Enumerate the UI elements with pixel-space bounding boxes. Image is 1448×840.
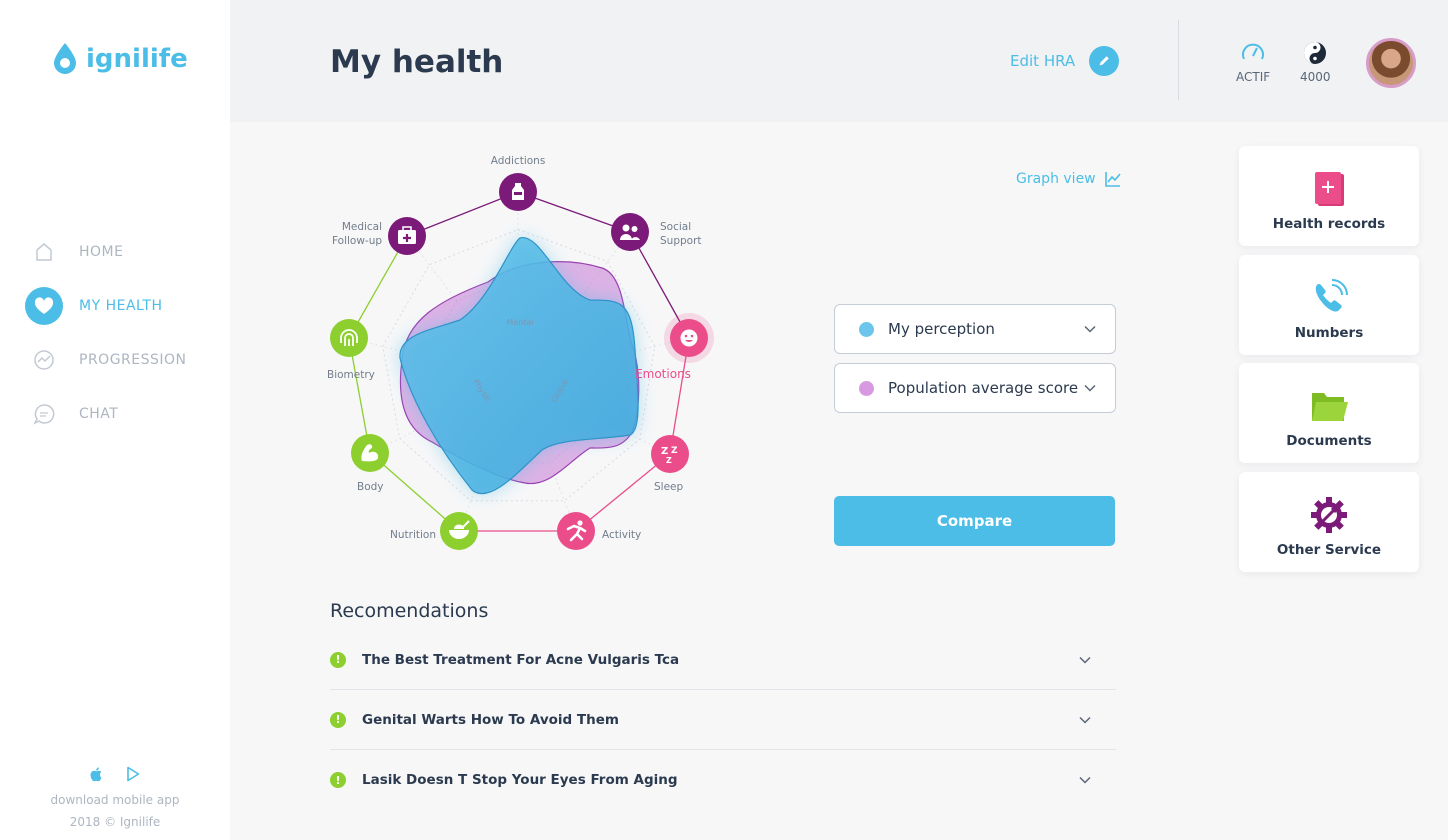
sidebar-item-home[interactable]: HOME (25, 233, 225, 271)
radar-node-medical-kit[interactable] (388, 217, 426, 255)
line-chart-icon (1104, 172, 1121, 187)
sidebar-item-my-health[interactable]: MY HEALTH (25, 287, 225, 325)
radar-node-smile[interactable] (664, 313, 714, 363)
radar-axis-label: Social Support (660, 221, 702, 247)
radar-axis-label: Medical Follow-up (332, 221, 383, 247)
phone-icon (1315, 279, 1348, 312)
smile-icon (680, 329, 698, 347)
health-book-icon (1315, 172, 1344, 206)
svg-text:Z: Z (666, 456, 672, 465)
apple-icon[interactable] (89, 766, 105, 782)
my-perception-dot (859, 321, 874, 337)
radar-axis-label: Activity (602, 529, 642, 541)
radar-node-people[interactable] (611, 213, 649, 251)
gear-tools-icon (1311, 497, 1347, 533)
points-value: 4000 (1300, 70, 1331, 84)
recommendations-title: Recomendations (330, 600, 489, 622)
sidebar-item-label: HOME (79, 244, 124, 260)
google-play-icon[interactable] (125, 766, 141, 782)
population-average-label: Population average score (888, 379, 1079, 397)
recommendation-item[interactable]: ! Genital Warts How To Avoid Them (330, 690, 1116, 750)
recommendation-text: Genital Warts How To Avoid Them (362, 711, 619, 728)
radar-axis-label: Emotions (635, 367, 691, 381)
edit-hra-label: Edit HRA (1010, 52, 1076, 70)
chevron-down-icon (1079, 716, 1091, 724)
sidebar-nav: HOME MY HEALTH PROGRESSION CHAT (25, 233, 225, 449)
numbers-label: Numbers (1294, 325, 1364, 341)
alert-icon: ! (330, 651, 346, 668)
recommendation-text: The Best Treatment For Acne Vulgaris Tca (362, 651, 680, 668)
gauge-icon (1242, 43, 1265, 60)
other-service-card[interactable]: Other Service (1239, 472, 1419, 572)
recommendation-item[interactable]: ! The Best Treatment For Acne Vulgaris T… (330, 630, 1116, 690)
radar-node-bowl[interactable] (440, 512, 478, 550)
chat-icon (25, 395, 63, 433)
radar-node-running[interactable] (557, 512, 595, 550)
avatar[interactable] (1366, 38, 1416, 88)
sidebar-item-progression[interactable]: PROGRESSION (25, 341, 225, 379)
header-divider (1178, 20, 1179, 100)
documents-label: Documents (1286, 433, 1372, 449)
documents-card[interactable]: Documents (1239, 363, 1419, 463)
page-title: My health (330, 44, 504, 80)
radar-node-muscle[interactable] (351, 434, 389, 472)
alert-icon: ! (330, 772, 346, 788)
home-icon (25, 233, 63, 271)
brand-name: ignilife (86, 44, 188, 74)
sidebar-item-label: MY HEALTH (79, 298, 163, 314)
chevron-down-icon (1084, 384, 1096, 392)
yin-yang-icon (1304, 42, 1327, 64)
my-perception-select[interactable]: My perception (834, 304, 1116, 354)
edit-hra-button[interactable]: Edit HRA (1010, 46, 1120, 76)
numbers-card[interactable]: Numbers (1239, 255, 1419, 355)
sidebar: ignilife HOME MY HEALTH PROGRESSION CHAT (0, 0, 230, 840)
activity-status-label: ACTIF (1236, 70, 1271, 84)
sidebar-item-chat[interactable]: CHAT (25, 395, 225, 433)
store-links (0, 766, 230, 782)
compare-button[interactable]: Compare (834, 496, 1115, 546)
graph-view-label: Graph view (1016, 171, 1096, 187)
radar-inner-label-mental: Mental (506, 318, 533, 327)
graph-view-toggle[interactable]: Graph view (1016, 170, 1122, 188)
my-perception-label: My perception (888, 320, 995, 338)
radar-node-sleep[interactable]: Z ZZ (651, 435, 689, 473)
points-counter[interactable]: 4000 (1300, 40, 1331, 84)
folder-icon (1312, 393, 1348, 421)
chevron-down-icon (1079, 656, 1091, 664)
svg-text:Z: Z (671, 446, 678, 456)
other-service-label: Other Service (1276, 542, 1382, 558)
chevron-down-icon (1084, 325, 1096, 333)
radar-node-fingerprint[interactable] (330, 319, 368, 357)
radar-axis-label: Sleep (654, 481, 684, 493)
radar-node-bottle[interactable] (499, 173, 537, 211)
health-radar-chart: Mental Physic Global ZZZ Addictions Socia… (320, 150, 740, 560)
pencil-icon (1089, 46, 1120, 76)
radar-axis-label: Body (357, 481, 384, 493)
header: My health Edit HRA ACTIF 4000 (230, 0, 1448, 122)
alert-icon: ! (330, 711, 346, 728)
recommendation-item[interactable]: ! Lasik Doesn T Stop Your Eyes From Agin… (330, 750, 1116, 810)
chevron-down-icon (1079, 776, 1091, 784)
health-records-label: Health records (1272, 216, 1386, 232)
radar-axis-label: Biometry (327, 369, 375, 381)
population-average-dot (859, 380, 874, 396)
sidebar-item-label: PROGRESSION (79, 352, 187, 368)
copyright-text: 2018 © Ignilife (69, 815, 161, 829)
sidebar-item-label: CHAT (79, 406, 119, 422)
heart-icon (25, 287, 63, 325)
recommendation-text: Lasik Doesn T Stop Your Eyes From Aging (362, 772, 678, 788)
progression-icon (25, 341, 63, 379)
brand-logo[interactable]: ignilife (52, 42, 188, 76)
radar-axis-label: Nutrition (390, 529, 436, 541)
health-records-card[interactable]: Health records (1239, 146, 1419, 246)
population-average-select[interactable]: Population average score (834, 363, 1116, 413)
activity-status[interactable]: ACTIF (1236, 40, 1270, 84)
radar-svg: Mental Physic Global Z ZZ (330, 173, 714, 550)
radar-axis-label: Addictions (490, 155, 546, 167)
download-app-text[interactable]: download mobile app (0, 793, 230, 807)
drop-icon (54, 43, 76, 74)
